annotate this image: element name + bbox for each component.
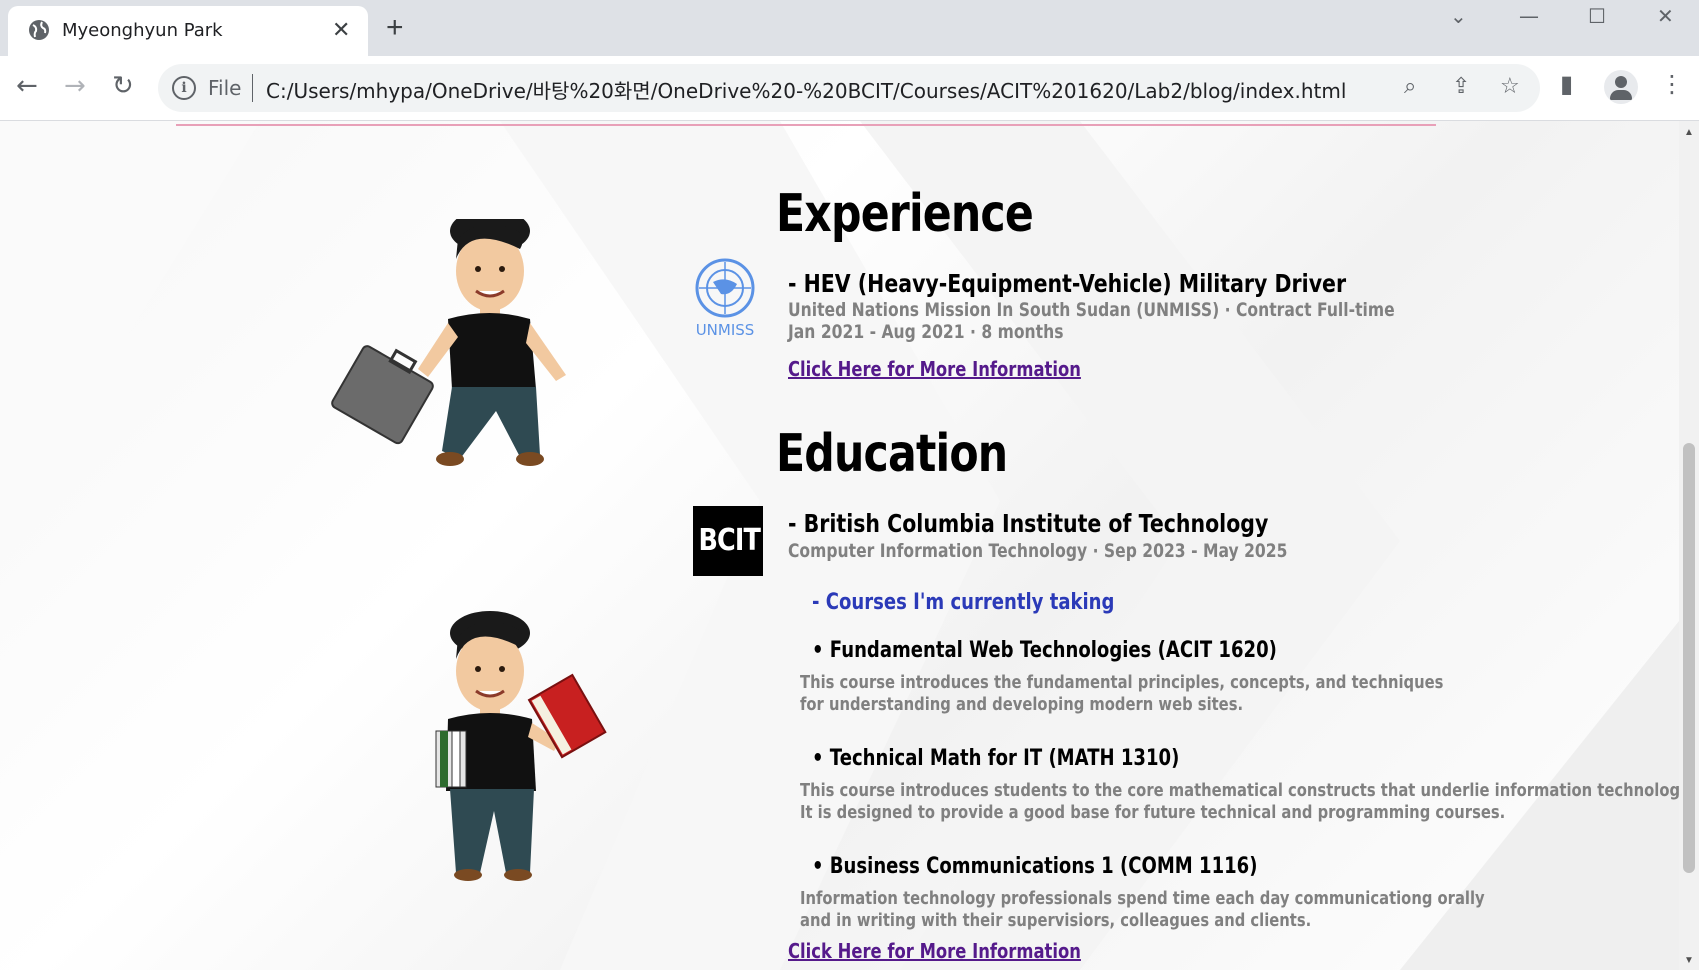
unmiss-logo-icon: UNMISS [695,258,755,339]
profile-avatar-icon[interactable] [1604,70,1638,104]
school-name: - British Columbia Institute of Technolo… [788,509,1269,538]
page-content: Experience UNMISS - HEV (Heavy-Equipment… [0,121,1679,970]
job-organization: United Nations Mission In South Sudan (U… [788,299,1395,321]
minimize-icon[interactable]: — [1519,4,1539,28]
address-separator [252,74,253,102]
job-title: - HEV (Heavy-Equipment-Vehicle) Military… [788,269,1347,298]
course-description: It is designed to provide a good base fo… [800,802,1506,823]
bcit-logo-icon: BCIT [693,506,763,576]
bookmark-star-icon[interactable]: ☆ [1500,74,1520,99]
scroll-up-arrow-icon[interactable]: ▲ [1684,127,1694,138]
new-tab-icon[interactable]: + [386,13,404,43]
info-icon[interactable]: i [172,76,196,100]
bcit-logo-text: BCIT [698,523,761,558]
job-dates: Jan 2021 - Aug 2021 · 8 months [788,321,1064,343]
course-title: • Business Communications 1 (COMM 1116) [812,854,1258,879]
window-close-icon[interactable]: ✕ [1657,4,1674,28]
globe-icon [29,20,49,40]
scrollbar-thumb[interactable] [1683,443,1695,873]
experience-heading: Experience [776,184,1034,244]
forward-icon[interactable]: → [64,72,86,100]
education-heading: Education [776,424,1008,484]
reload-icon[interactable]: ↻ [112,72,134,100]
experience-more-info-link[interactable]: Click Here for More Information [788,357,1081,381]
unmiss-logo-text: UNMISS [696,321,755,339]
browser-toolbar: ← → ↻ i File C:/Users/mhypa/OneDrive/바탕%… [0,56,1699,121]
back-icon[interactable]: ← [16,72,38,100]
page-scrollbar[interactable]: ▲ ▼ [1679,121,1699,970]
menu-kebab-icon[interactable]: ⋮ [1660,70,1684,98]
course-description: for understanding and developing modern … [800,694,1244,715]
url-scheme-label: File [208,76,242,100]
tab-search-icon[interactable]: ⌄ [1450,4,1467,28]
browser-tab[interactable]: Myeonghyun Park ✕ [8,6,368,56]
course-description: This course introduces the fundamental p… [800,672,1444,693]
course-title: • Technical Math for IT (MATH 1310) [812,746,1180,771]
address-bar[interactable]: i File C:/Users/mhypa/OneDrive/바탕%20화면/O… [158,64,1540,112]
education-more-info-link[interactable]: Click Here for More Information [788,939,1081,963]
zoom-icon[interactable]: ⌕ [1404,74,1416,99]
program-dates: Computer Information Technology · Sep 20… [788,540,1288,562]
browser-tab-bar: Myeonghyun Park ✕ + ⌄ — ☐ ✕ [0,0,1699,56]
courses-heading: - Courses I'm currently taking [812,590,1115,615]
course-description: This course introduces students to the c… [800,780,1679,801]
url-text[interactable]: C:/Users/mhypa/OneDrive/바탕%20화면/OneDrive… [266,75,1346,104]
course-description: Information technology professionals spe… [800,888,1485,909]
course-description: and in writing with their supervisiors, … [800,910,1312,931]
avatar-briefcase-illustration [331,219,566,466]
side-panel-icon[interactable]: ▮ [1560,70,1573,98]
close-tab-icon[interactable]: ✕ [332,18,350,42]
maximize-icon[interactable]: ☐ [1588,4,1606,28]
tab-title: Myeonghyun Park [62,20,223,41]
share-icon[interactable]: ⇪ [1452,74,1470,99]
scroll-down-arrow-icon[interactable]: ▼ [1684,955,1694,966]
section-divider [176,124,1436,126]
avatar-books-illustration [435,611,607,881]
course-title: • Fundamental Web Technologies (ACIT 162… [812,638,1277,663]
